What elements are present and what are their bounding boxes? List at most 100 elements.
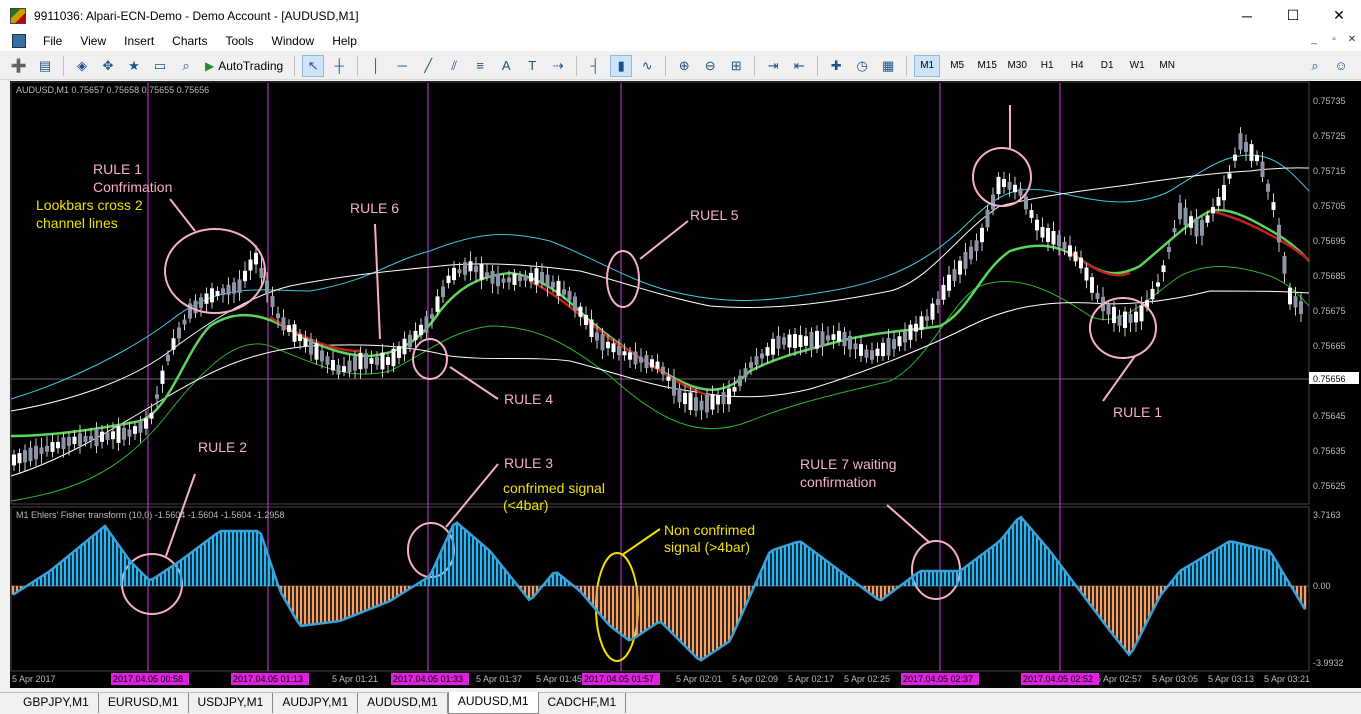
- candle-body: [232, 282, 236, 294]
- candle-body: [347, 360, 352, 373]
- navigator-icon[interactable]: ✥: [97, 55, 119, 77]
- candle-body: [408, 334, 412, 348]
- candle-body: [853, 343, 858, 350]
- mdi-minimize-button[interactable]: _: [1304, 34, 1324, 45]
- menu-view[interactable]: View: [71, 34, 115, 48]
- timeframe-m30[interactable]: M30: [1004, 55, 1030, 77]
- candle-body: [45, 445, 49, 452]
- chat-icon[interactable]: ☺: [1330, 55, 1352, 77]
- timeframe-m5[interactable]: M5: [944, 55, 970, 77]
- indicator-tick: 0.00: [1313, 581, 1331, 591]
- indicators-icon[interactable]: ✚: [825, 55, 847, 77]
- text-label-icon[interactable]: T: [521, 55, 543, 77]
- search-icon[interactable]: ⌕: [1304, 55, 1326, 77]
- tab-audjpy[interactable]: AUDJPY,M1: [273, 693, 359, 713]
- horizontal-line-icon[interactable]: ─: [391, 55, 413, 77]
- fibonacci-icon[interactable]: ≡: [469, 55, 491, 77]
- candle-body: [386, 357, 390, 365]
- candle-body: [166, 354, 170, 362]
- mdi-close-button[interactable]: ✕: [1342, 34, 1361, 45]
- candle-body: [672, 378, 676, 396]
- cursor-icon[interactable]: ↖: [302, 54, 325, 77]
- templates-icon[interactable]: ▦: [877, 55, 899, 77]
- candle-body: [468, 261, 473, 272]
- channel-icon[interactable]: ⫽: [443, 55, 465, 77]
- terminal-icon[interactable]: ▭: [149, 55, 171, 77]
- mdi-restore-button[interactable]: ▫: [1324, 34, 1344, 45]
- toolbar-separator: [665, 55, 667, 76]
- timeframe-mn[interactable]: MN: [1154, 55, 1180, 77]
- candle-body: [523, 275, 528, 281]
- timeframe-m1[interactable]: M1: [914, 54, 941, 77]
- chart-window[interactable]: AUDUSD,M1 0.75657 0.75658 0.75655 0.7565…: [10, 81, 1361, 688]
- zoom-out-icon[interactable]: ⊖: [699, 55, 721, 77]
- candlestick-icon[interactable]: ▮: [610, 54, 633, 77]
- maximize-button[interactable]: ☐: [1270, 0, 1316, 31]
- arrows-icon[interactable]: ⇢: [547, 55, 569, 77]
- tab-eurusd[interactable]: EURUSD,M1: [99, 693, 189, 713]
- text-icon[interactable]: A: [495, 55, 517, 77]
- close-button[interactable]: ✕: [1316, 0, 1361, 31]
- rule3-text: RULE 3: [504, 455, 553, 471]
- candle-body: [716, 395, 720, 405]
- candle-body: [50, 441, 55, 452]
- menu-charts[interactable]: Charts: [163, 34, 216, 48]
- menu-insert[interactable]: Insert: [115, 34, 163, 48]
- candle-body: [1222, 184, 1226, 201]
- candle-body: [529, 272, 533, 282]
- periods-icon[interactable]: ◷: [851, 55, 873, 77]
- tab-gbpjpy[interactable]: GBPJPY,M1: [14, 693, 99, 713]
- candle-body: [1161, 265, 1166, 273]
- new-chart-icon[interactable]: ➕: [8, 55, 30, 77]
- minimize-button[interactable]: ─: [1224, 0, 1270, 31]
- zoom-in-icon[interactable]: ⊕: [673, 55, 695, 77]
- tab-audusd-active[interactable]: AUDUSD,M1: [447, 692, 539, 714]
- timeframe-h4[interactable]: H4: [1064, 55, 1090, 77]
- tab-cadchf[interactable]: CADCHF,M1: [539, 693, 627, 713]
- candle-body: [177, 327, 181, 339]
- market-watch-icon[interactable]: ◈: [71, 55, 93, 77]
- candle-body: [936, 299, 940, 305]
- menu-help[interactable]: Help: [323, 34, 366, 48]
- candle-body: [826, 335, 830, 341]
- line-chart-icon[interactable]: ∿: [636, 55, 658, 77]
- candle-body: [881, 342, 885, 357]
- timeframe-w1[interactable]: W1: [1124, 55, 1150, 77]
- candle-body: [754, 356, 759, 365]
- candle-body: [908, 324, 913, 340]
- profiles-icon[interactable]: ▤: [34, 55, 56, 77]
- candle-body: [512, 273, 517, 285]
- candle-body: [705, 395, 709, 413]
- tile-windows-icon[interactable]: ⊞: [725, 55, 747, 77]
- time-label: 5 Apr 03:05: [1152, 674, 1198, 684]
- candle-body: [369, 358, 374, 364]
- chart-canvas[interactable]: AUDUSD,M1 0.75657 0.75658 0.75655 0.7565…: [10, 81, 1361, 688]
- candle-body: [1029, 210, 1034, 218]
- data-window-icon[interactable]: ★: [123, 55, 145, 77]
- menu-file[interactable]: File: [34, 34, 71, 48]
- candle-body: [848, 335, 852, 350]
- timeframe-m15[interactable]: M15: [974, 55, 1000, 77]
- candle-body: [875, 348, 880, 356]
- trendline-icon[interactable]: ╱: [417, 55, 439, 77]
- strategy-tester-icon[interactable]: ⌕: [175, 55, 197, 77]
- timeframe-h1[interactable]: H1: [1034, 55, 1060, 77]
- candle-body: [78, 433, 82, 446]
- crosshair-icon[interactable]: ┼: [328, 55, 350, 77]
- candle-body: [1216, 196, 1221, 206]
- menu-window[interactable]: Window: [263, 34, 324, 48]
- vertical-line-icon[interactable]: │: [365, 55, 387, 77]
- tab-usdjpy[interactable]: USDJPY,M1: [189, 693, 274, 713]
- toolbar-separator: [357, 55, 359, 76]
- candle-body: [556, 280, 561, 296]
- tab-audusd[interactable]: AUDUSD,M1: [358, 693, 448, 713]
- candle-body: [600, 334, 605, 351]
- bar-chart-icon[interactable]: ┤: [584, 55, 606, 77]
- autoscroll-icon[interactable]: ⇥: [762, 55, 784, 77]
- candle-body: [985, 209, 990, 228]
- menu-bar: File View Insert Charts Tools Window Hel…: [0, 31, 1361, 51]
- autotrading-button[interactable]: ▶ AutoTrading: [201, 55, 287, 77]
- menu-tools[interactable]: Tools: [217, 34, 263, 48]
- timeframe-d1[interactable]: D1: [1094, 55, 1120, 77]
- chart-shift-icon[interactable]: ⇤: [788, 55, 810, 77]
